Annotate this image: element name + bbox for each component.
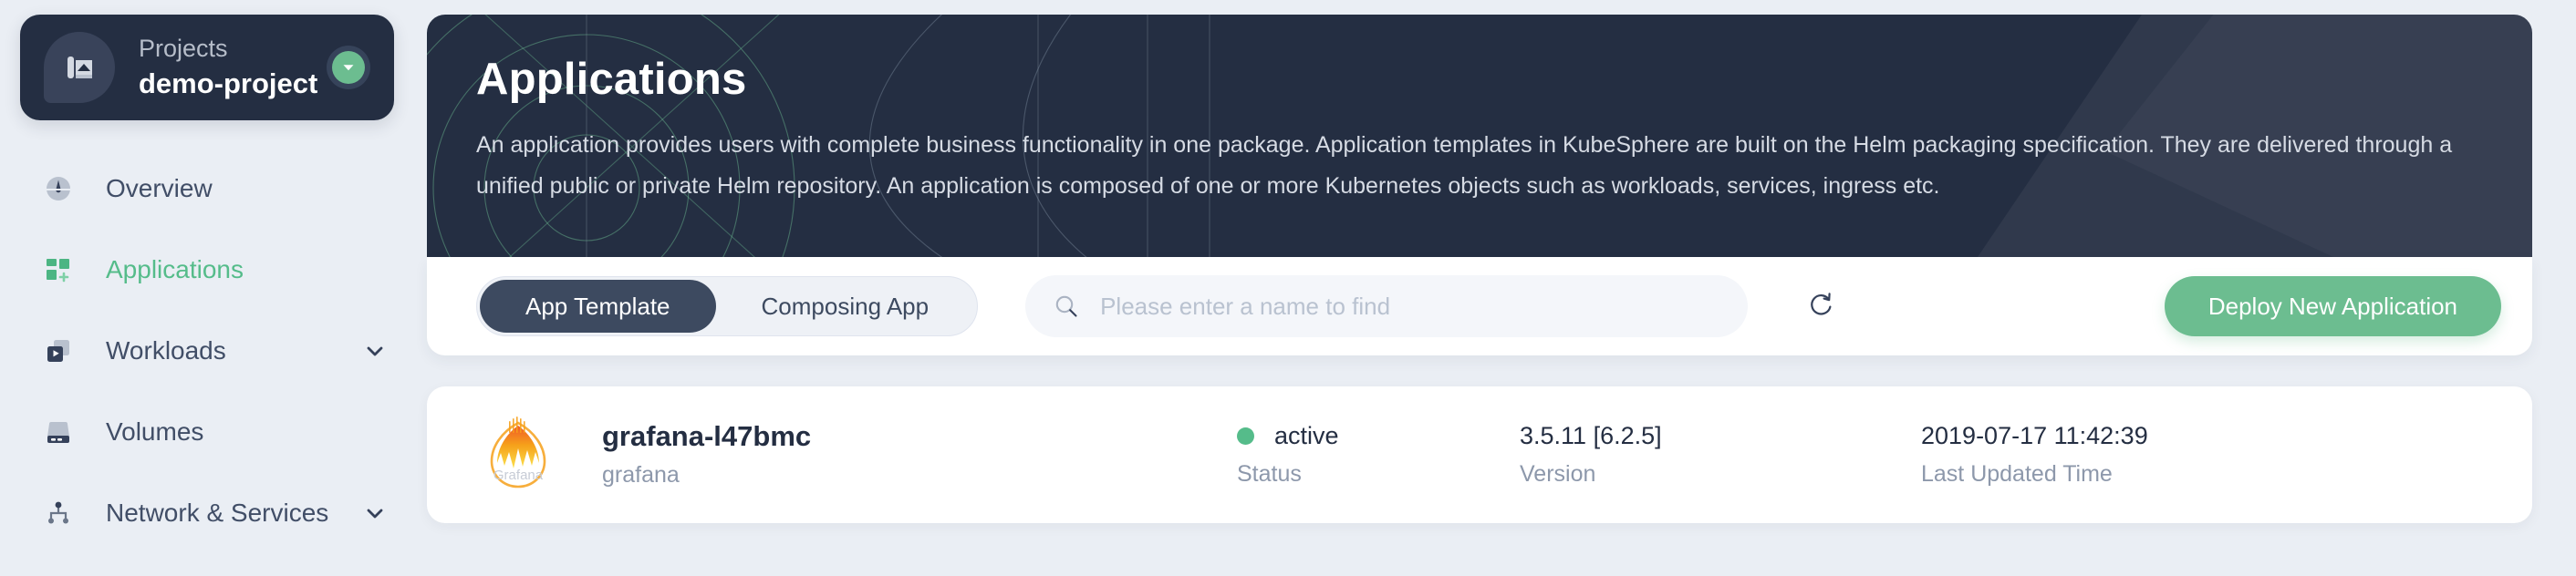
gauge-icon: [40, 170, 77, 207]
view-mode-tabs: App Template Composing App: [476, 276, 979, 336]
search-icon: [1053, 293, 1080, 320]
column-label-status: Status: [1237, 460, 1302, 487]
column-label-version: Version: [1520, 460, 1596, 487]
sidebar-item-workloads[interactable]: Workloads: [20, 324, 394, 377]
sidebar-item-applications[interactable]: Applications: [20, 243, 394, 296]
sidebar-item-overview[interactable]: Overview: [20, 162, 394, 215]
sidebar-item-label: Overview: [106, 174, 213, 202]
updated-value: 2019-07-17 11:42:39: [1921, 421, 2148, 449]
sidebar-item-network-services[interactable]: Network & Services: [20, 487, 394, 540]
sidebar: Projects demo-project Overview Applicati…: [0, 0, 427, 576]
toolbar: App Template Composing App Please enter …: [427, 257, 2532, 355]
search-box[interactable]: [1025, 275, 1748, 337]
sidebar-item-label: Network & Services: [106, 499, 329, 527]
app-root: Projects demo-project Overview Applicati…: [0, 0, 2576, 576]
chevron-down-icon[interactable]: [361, 499, 389, 527]
column-label-updated: Last Updated Time: [1921, 460, 2113, 487]
refresh-icon: [1806, 289, 1837, 324]
workload-icon: [40, 333, 77, 369]
page-banner: Applications An application provides use…: [427, 15, 2532, 257]
sidebar-item-monitoring-alerting[interactable]: Monitoring & Alerting: [20, 568, 394, 576]
page-description: An application provides users with compl…: [476, 132, 2453, 199]
banner-text: Applications An application provides use…: [427, 15, 2532, 206]
grafana-logo-icon: Grafana: [476, 413, 560, 497]
column-version: 3.5.11 [6.2.5] Version: [1520, 421, 1921, 487]
project-selector-card[interactable]: Projects demo-project: [20, 15, 394, 120]
volume-icon: [40, 414, 77, 450]
status-badge: active: [1274, 421, 1339, 449]
deploy-new-application-button[interactable]: Deploy New Application: [2164, 276, 2502, 336]
grid-plus-icon: [40, 252, 77, 288]
search-input[interactable]: [1100, 292, 1720, 321]
chevron-down-icon: [332, 51, 365, 84]
column-updated: 2019-07-17 11:42:39 Last Updated Time: [1921, 421, 2304, 487]
table-row[interactable]: Grafana grafana-l47bmc grafana active St…: [427, 386, 2532, 523]
project-toggle-button[interactable]: [327, 46, 370, 89]
status-value: active: [1237, 421, 1520, 450]
tab-composing-app[interactable]: Composing App: [716, 280, 975, 333]
status-dot-icon: [1237, 427, 1254, 446]
main-content: Applications An application provides use…: [427, 0, 2576, 576]
application-list: Grafana grafana-l47bmc grafana active St…: [427, 386, 2532, 523]
app-name: grafana-l47bmc: [602, 420, 812, 453]
network-icon: [40, 495, 77, 531]
svg-text:Grafana: Grafana: [493, 468, 544, 483]
app-chart-name: grafana: [602, 462, 680, 489]
app-identity: grafana-l47bmc grafana: [602, 421, 1149, 489]
version-value: 3.5.11 [6.2.5]: [1520, 421, 1662, 449]
project-icon: [44, 32, 115, 103]
column-status: active Status: [1237, 421, 1520, 487]
project-text: Projects demo-project: [139, 35, 327, 99]
sidebar-item-volumes[interactable]: Volumes: [20, 406, 394, 458]
sidebar-item-label: Workloads: [106, 336, 226, 365]
chevron-down-icon[interactable]: [361, 337, 389, 365]
refresh-button[interactable]: [1793, 278, 1850, 334]
project-name: demo-project: [139, 67, 318, 99]
sidebar-item-label: Applications: [106, 255, 244, 283]
project-kicker: Projects: [139, 35, 228, 63]
sidebar-nav: Overview Applications Workloads Volumes …: [0, 162, 427, 576]
tab-app-template[interactable]: App Template: [480, 280, 716, 333]
sidebar-item-label: Volumes: [106, 417, 204, 446]
page-title: Applications: [476, 55, 747, 104]
